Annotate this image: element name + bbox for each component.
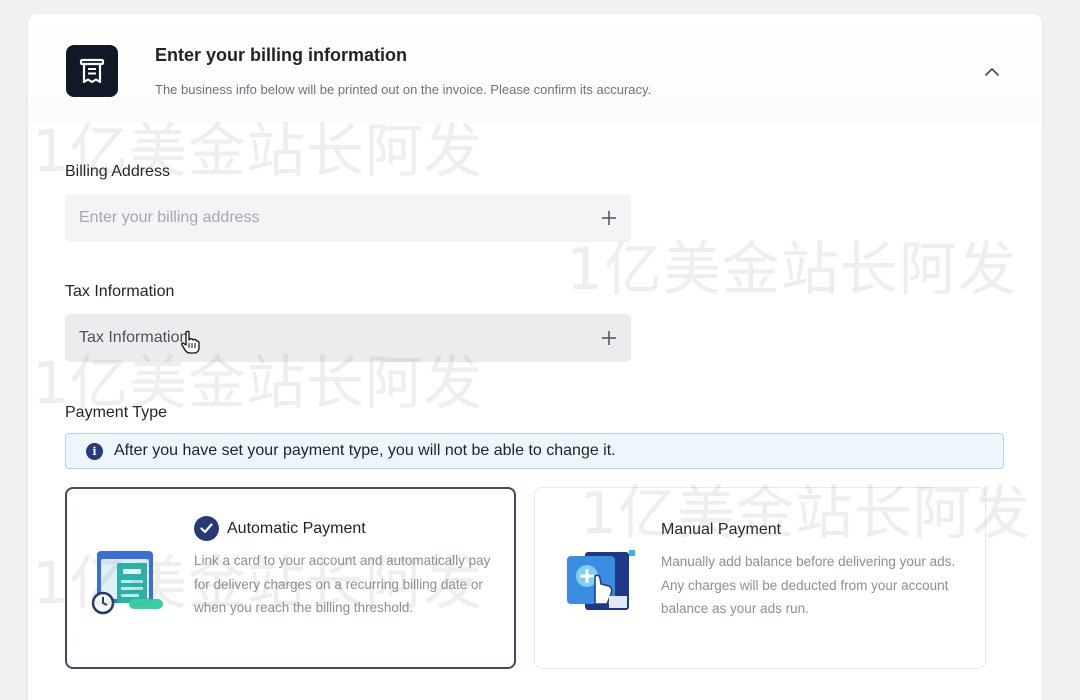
billing-address-label: Billing Address: [65, 163, 170, 180]
hand-cursor-icon: [181, 330, 200, 354]
chevron-up-icon[interactable]: [980, 60, 1004, 84]
billing-address-field[interactable]: Enter your billing address: [65, 194, 631, 242]
billing-header: [28, 14, 1042, 124]
plus-icon: [602, 211, 616, 225]
payment-type-notice: i After you have set your payment type, …: [65, 433, 1004, 469]
billing-subtitle: The business info below will be printed …: [155, 82, 652, 97]
automatic-payment-title: Automatic Payment: [227, 520, 366, 537]
automatic-payment-description: Link a card to your account and automati…: [194, 553, 491, 615]
plus-icon: [602, 331, 616, 345]
info-icon: i: [86, 442, 103, 460]
receipt-icon: [66, 45, 118, 97]
manual-payment-illustration: [567, 550, 635, 610]
notice-text: After you have set your payment type, yo…: [114, 442, 616, 459]
automatic-payment-option[interactable]: Automatic Payment Link a card to your ac…: [65, 487, 516, 669]
billing-card: Enter your billing information The busin…: [28, 14, 1042, 700]
automatic-payment-illustration: [91, 551, 163, 615]
payment-type-label: Payment Type: [65, 404, 167, 421]
manual-payment-description: Manually add balance before delivering y…: [661, 554, 956, 616]
manual-payment-title: Manual Payment: [661, 521, 782, 538]
tax-information-label: Tax Information: [65, 283, 175, 300]
billing-title: Enter your billing information: [155, 45, 407, 65]
check-circle-icon: [194, 516, 219, 541]
tax-information-placeholder: Tax Information: [79, 329, 189, 346]
billing-address-placeholder: Enter your billing address: [79, 209, 260, 226]
tax-information-field[interactable]: Tax Information: [65, 314, 631, 362]
manual-payment-option[interactable]: Manual Payment Manually add balance befo…: [534, 487, 986, 669]
